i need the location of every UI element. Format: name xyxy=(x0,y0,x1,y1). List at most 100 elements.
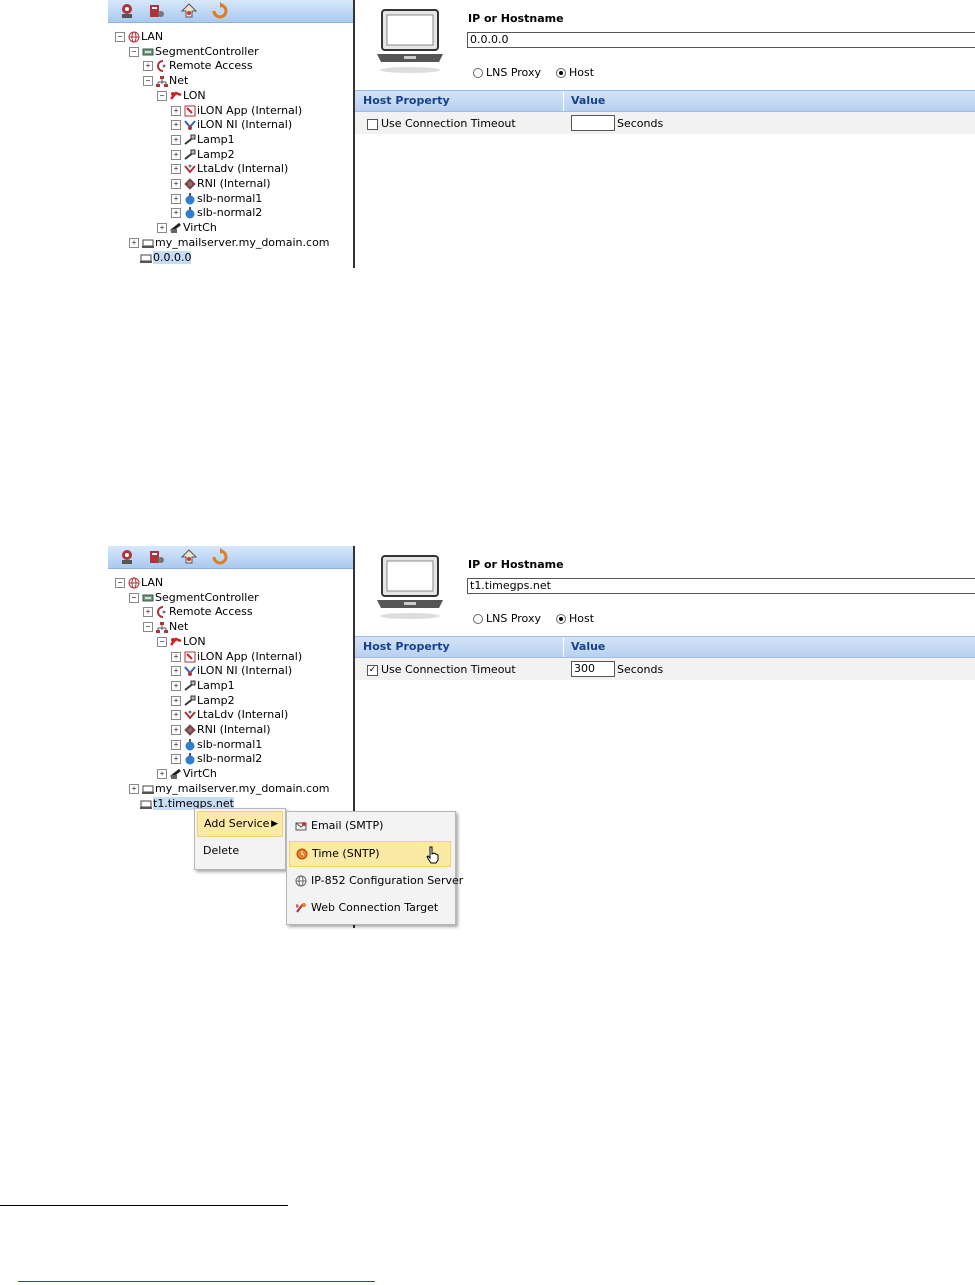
refresh-icon[interactable] xyxy=(211,2,229,20)
tree-item[interactable]: − SegmentController xyxy=(129,591,259,605)
device-tools-icon[interactable] xyxy=(148,2,166,20)
tree-item[interactable]: − LAN xyxy=(115,30,163,44)
expand-toggle-icon[interactable]: + xyxy=(171,695,181,706)
host-property-column-header[interactable]: Host Property xyxy=(363,637,450,657)
tree-item[interactable]: + VirtCh xyxy=(157,767,217,781)
host-radio[interactable] xyxy=(555,68,566,78)
ip852-config-server-menu-item[interactable]: IP-852 Configuration Server xyxy=(289,869,463,893)
expand-toggle-icon[interactable]: + xyxy=(171,710,181,721)
lns-proxy-radio[interactable] xyxy=(473,68,483,78)
tree-item[interactable]: + Remote Access xyxy=(143,59,253,73)
tree-item[interactable]: + Remote Access xyxy=(143,605,253,619)
collapse-toggle-icon[interactable]: − xyxy=(143,622,153,633)
tree-item[interactable]: + Lamp1 xyxy=(171,679,235,693)
tree-item[interactable]: − LAN xyxy=(115,576,163,590)
expand-toggle-icon[interactable]: + xyxy=(171,680,181,691)
expand-toggle-icon[interactable]: + xyxy=(129,783,139,794)
tree-item[interactable]: − Net xyxy=(143,74,188,88)
expand-toggle-icon[interactable]: + xyxy=(171,120,181,131)
tree-item[interactable]: + slb-normal1 xyxy=(171,192,262,206)
tree-item[interactable]: + Lamp1 xyxy=(171,133,235,147)
tree-item[interactable]: + Lamp2 xyxy=(171,694,235,708)
device-tools-icon[interactable] xyxy=(148,548,166,566)
selected-host-label: 0.0.0.0 xyxy=(153,250,192,264)
tree-item[interactable]: + iLON NI (Internal) xyxy=(171,664,292,678)
hyperlink-underline[interactable] xyxy=(18,1281,375,1282)
tree-item[interactable]: + LtaLdv (Internal) xyxy=(171,708,288,722)
tree-item[interactable]: + my_mailserver.my_domain.com xyxy=(129,236,330,250)
network-discover-icon[interactable] xyxy=(118,2,136,20)
tree-item[interactable]: + Lamp2 xyxy=(171,148,235,162)
tree-item[interactable]: + iLON NI (Internal) xyxy=(171,118,292,132)
tree-item-label: Lamp1 xyxy=(197,678,235,692)
upload-icon[interactable] xyxy=(180,2,198,20)
tree-item[interactable]: − LON xyxy=(157,635,206,649)
expand-toggle-icon[interactable]: + xyxy=(157,223,167,234)
tree-item[interactable]: + LtaLdv (Internal) xyxy=(171,162,288,176)
tree-item[interactable]: + VirtCh xyxy=(157,221,217,235)
expand-toggle-icon[interactable]: + xyxy=(171,134,181,145)
collapse-toggle-icon[interactable]: − xyxy=(129,592,139,603)
expand-toggle-icon[interactable]: + xyxy=(171,754,181,765)
lns-proxy-radio[interactable] xyxy=(473,614,483,624)
host-icon xyxy=(142,783,154,795)
host-property-column-header[interactable]: Host Property xyxy=(363,91,450,111)
tree-item[interactable]: + slb-normal2 xyxy=(171,206,262,220)
tree-item[interactable]: − SegmentController xyxy=(129,45,259,59)
tree-item-label: iLON App (Internal) xyxy=(197,103,303,117)
tree-item[interactable]: + slb-normal2 xyxy=(171,752,262,766)
tree-item-selected-host[interactable]: 0.0.0.0 xyxy=(140,250,192,265)
tree-item[interactable]: + RNI (Internal) xyxy=(171,177,271,191)
value-column-header[interactable]: Value xyxy=(571,637,605,657)
tree-item[interactable]: + my_mailserver.my_domain.com xyxy=(129,782,330,796)
expand-toggle-icon[interactable]: + xyxy=(171,179,181,189)
expand-toggle-icon[interactable]: + xyxy=(143,61,153,72)
collapse-toggle-icon[interactable]: − xyxy=(115,578,125,588)
expand-toggle-icon[interactable]: + xyxy=(171,651,181,662)
tree-item-label: my_mailserver.my_domain.com xyxy=(155,781,330,795)
expand-toggle-icon[interactable]: + xyxy=(171,105,181,116)
property-grid-header: Host Property Value xyxy=(355,636,975,658)
email-smtp-menu-item[interactable]: Email (SMTP) xyxy=(289,814,451,838)
column-separator xyxy=(563,637,564,657)
ip-hostname-input[interactable]: t1.timegps.net xyxy=(467,578,975,594)
refresh-icon[interactable] xyxy=(211,548,229,566)
expand-toggle-icon[interactable]: + xyxy=(171,164,181,175)
delete-menu-item[interactable]: Delete xyxy=(197,839,281,863)
tree-item[interactable]: + iLON App (Internal) xyxy=(171,104,302,118)
expand-toggle-icon[interactable]: + xyxy=(129,237,139,248)
tree-item[interactable]: − Net xyxy=(143,620,188,634)
expand-toggle-icon[interactable]: + xyxy=(143,607,153,618)
collapse-toggle-icon[interactable]: − xyxy=(157,636,167,647)
expand-toggle-icon[interactable]: + xyxy=(171,149,181,160)
collapse-toggle-icon[interactable]: − xyxy=(143,76,153,87)
tree-item-label: iLON App (Internal) xyxy=(197,649,303,663)
expand-toggle-icon[interactable]: + xyxy=(171,725,181,735)
timeout-seconds-input[interactable]: 300 xyxy=(571,661,615,677)
expand-toggle-icon[interactable]: + xyxy=(171,193,181,204)
web-connection-target-menu-item[interactable]: Web Connection Target xyxy=(289,896,451,920)
upload-icon[interactable] xyxy=(180,548,198,566)
tree-item[interactable]: + RNI (Internal) xyxy=(171,723,271,737)
network-discover-icon[interactable] xyxy=(118,548,136,566)
tree-item[interactable]: − LON xyxy=(157,89,206,103)
use-timeout-checkbox[interactable] xyxy=(367,118,378,130)
expand-toggle-icon[interactable]: + xyxy=(171,666,181,677)
collapse-toggle-icon[interactable]: − xyxy=(157,90,167,101)
add-service-menu-item[interactable]: Add Service ▶ xyxy=(197,811,283,837)
ldv-device-icon xyxy=(184,709,196,721)
ip-hostname-input[interactable]: 0.0.0.0 xyxy=(467,32,975,48)
collapse-toggle-icon[interactable]: − xyxy=(115,32,125,42)
expand-toggle-icon[interactable]: + xyxy=(171,208,181,219)
host-radio[interactable] xyxy=(555,614,566,624)
tree-item[interactable]: + iLON App (Internal) xyxy=(171,650,302,664)
expand-toggle-icon[interactable]: + xyxy=(171,739,181,750)
value-column-header[interactable]: Value xyxy=(571,91,605,111)
timeout-seconds-input[interactable] xyxy=(571,115,615,131)
use-timeout-checkbox[interactable]: ✓ xyxy=(367,664,378,676)
tree-item[interactable]: + slb-normal1 xyxy=(171,738,262,752)
time-sntp-menu-item[interactable]: Time (SNTP) xyxy=(289,841,451,867)
collapse-toggle-icon[interactable]: − xyxy=(129,46,139,57)
expand-toggle-icon[interactable]: + xyxy=(157,769,167,780)
tree-item-label: LAN xyxy=(141,30,164,43)
